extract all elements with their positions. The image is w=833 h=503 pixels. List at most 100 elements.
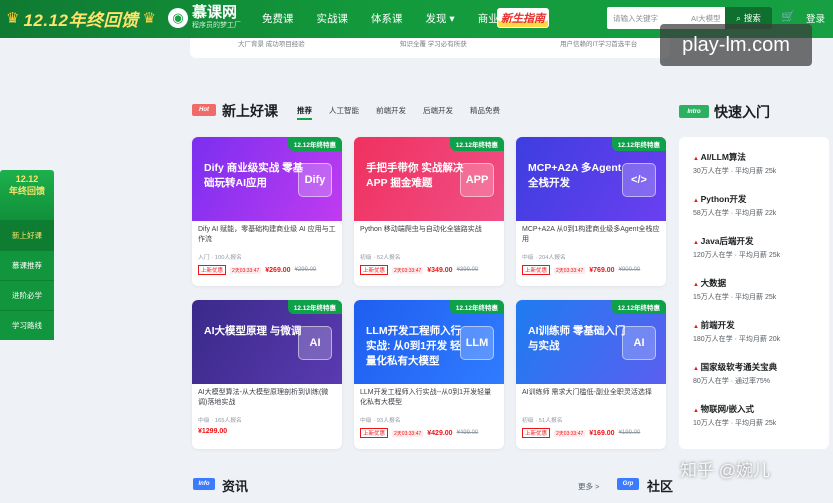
course-cover: 12.12年终特惠 MCP+A2A 多Agent全栈开发 </> [516, 137, 666, 221]
current-price: ¥169.00 [589, 429, 615, 437]
promo-tag: 12.12年终特惠 [287, 137, 342, 151]
quick-intro-name: Java后端开发 [693, 235, 780, 247]
cover-headline: LLM开发工程师入行 实战: 从0到1开发 轻量化私有大模型 [366, 325, 462, 367]
course-title: AI训练师 需求大门槛低-副业全职灵活选择 [522, 389, 652, 396]
quick-intro-item[interactable]: Python开发 58万人在学 · 平均月薪 22k [693, 193, 776, 218]
course-title: AI大模型算法-从大模型原理剖析到训练(微调)落地实战 [198, 389, 329, 406]
course-title: MCP+A2A 从0到1构建商业级多Agent全栈应用 [522, 226, 660, 243]
current-price: ¥349.00 [427, 266, 453, 274]
crown-icon: ♛ [142, 10, 156, 27]
course-cover: 12.12年终特惠 Dify 商业级实战 零基础玩转AI应用 Dify [192, 137, 342, 221]
quick-intro-stat: 30万人在学 · 平均月薪 25k [693, 168, 777, 175]
intro-badge: Intro [679, 105, 709, 118]
site-watermark: play-lm.com [660, 24, 812, 66]
left-promo-year: 12.12 [15, 174, 39, 184]
section-title-community: 社区 [647, 479, 674, 494]
logo-slogan: 程序员的梦工厂 [192, 22, 241, 29]
course-tabs: 推荐 人工智能 前端开发 后端开发 精品免费 [297, 105, 500, 120]
course-card[interactable]: 12.12年终特惠 AI大模型原理 与微调 AI AI大模型算法-从大模型原理剖析到训… [192, 300, 342, 449]
site-logo[interactable]: ◉ 慕课网 程序员的梦工厂 [168, 5, 241, 30]
main-nav: 免费课 实战课 体系课 发现 ▾ 商业合作 ▾ [262, 11, 528, 26]
tab-free[interactable]: 精品免费 [470, 105, 500, 120]
nav-practical-courses[interactable]: 实战课 [317, 11, 349, 26]
cart-icon[interactable]: 🛒 [781, 10, 795, 23]
quick-intro-name: 物联网/嵌入式 [693, 403, 776, 415]
zhihu-watermark: 知乎 @婉儿 [680, 461, 770, 480]
quick-intro-name: 国家级软考通关宝典 [693, 361, 778, 373]
hot-badge: Hot [192, 104, 216, 116]
course-title: Python 移动端爬虫与自动化全链路实战 [360, 226, 482, 233]
quick-intro-item[interactable]: 物联网/嵌入式 10万人在学 · 平均月薪 25k [693, 403, 776, 428]
search-input[interactable]: 请输入关键字 [607, 13, 691, 24]
more-link[interactable]: 更多 > [578, 481, 599, 492]
login-link[interactable]: 登录 [806, 11, 825, 25]
tab-recommend[interactable]: 推荐 [297, 105, 312, 120]
cover-art-icon: </> [622, 163, 656, 197]
crown-icon: ♛ [6, 10, 20, 27]
countdown-timer: 2天03:33:47 [230, 266, 262, 274]
logo-name: 慕课网 [192, 4, 238, 21]
left-promo-panel: 12.12 年终回馈 新上好课 慕课推荐 进阶必学 学习路线 [0, 170, 54, 346]
quick-intro-item[interactable]: 前端开发 180万人在学 · 平均月薪 20k [693, 319, 780, 344]
promo-tag: 12.12年终特惠 [611, 300, 666, 314]
left-promo-item[interactable]: 慕课推荐 [0, 250, 54, 280]
course-card[interactable]: 12.12年终特惠 MCP+A2A 多Agent全栈开发 </> MCP+A2A 从0… [516, 137, 666, 286]
course-card[interactable]: 12.12年终特惠 AI训练师 零基础入门与实战 AI AI训练师 需求大门槛低-副业… [516, 300, 666, 449]
course-cover: 12.12年终特惠 LLM开发工程师入行 实战: 从0到1开发 轻量化私有大模型 L… [354, 300, 504, 384]
nav-free-courses[interactable]: 免费课 [262, 11, 294, 26]
countdown-timer: 2天03:33:47 [554, 429, 586, 437]
countdown-timer: 2天03:33:47 [554, 266, 586, 274]
logo-icon: ◉ [168, 7, 188, 28]
section-title-quick-intro: 快速入门 [714, 104, 770, 120]
quick-intro-name: Python开发 [693, 193, 776, 205]
nav-system-courses[interactable]: 体系课 [371, 11, 403, 26]
newbie-guide-button[interactable]: 新生指南 [497, 8, 549, 28]
quick-intro-name: AI/LLM算法 [693, 151, 776, 163]
price-row: 上新优惠 2天03:33:47 ¥429.00 ¥499.00 [360, 428, 478, 438]
cover-art-icon: APP [460, 163, 494, 197]
cover-headline: MCP+A2A 多Agent全栈开发 [528, 162, 622, 189]
cover-headline: AI大模型原理 与微调 [204, 325, 302, 337]
new-discount-badge: 上新优惠 [360, 428, 389, 438]
countdown-timer: 2天03:33:47 [392, 429, 424, 437]
promo-banner[interactable]: ♛ 12.12年终回馈 ♛ [6, 6, 156, 30]
quick-intro-item[interactable]: 国家级软考通关宝典 80万人在学 · 通过率75% [693, 361, 777, 386]
course-meta: 中级 · 165人报名 [198, 418, 242, 424]
quick-intro-stat: 10万人在学 · 平均月薪 25k [693, 420, 777, 427]
course-cover: 12.12年终特惠 手把手带你 实战解决 APP 掘金难题 APP [354, 137, 504, 221]
tab-backend[interactable]: 后端开发 [423, 105, 453, 120]
quick-intro-item[interactable]: AI/LLM算法 30万人在学 · 平均月薪 25k [693, 151, 776, 176]
cover-headline: AI训练师 零基础入门与实战 [528, 325, 626, 352]
cover-headline: Dify 商业级实战 零基础玩转AI应用 [204, 162, 304, 189]
left-promo-item[interactable]: 学习路线 [0, 310, 54, 340]
strip-text: 用户信赖的IT学习首选平台 [560, 41, 638, 48]
course-meta: 入门 · 100人报名 [198, 255, 242, 261]
course-cover: 12.12年终特惠 AI训练师 零基础入门与实战 AI [516, 300, 666, 384]
cover-art-icon: LLM [460, 326, 494, 360]
current-price: ¥429.00 [427, 429, 453, 437]
course-meta: 初级 · 52人报名 [360, 255, 401, 261]
original-price: ¥399.00 [456, 267, 479, 273]
course-card[interactable]: 12.12年终特惠 LLM开发工程师入行 实战: 从0到1开发 轻量化私有大模型 L… [354, 300, 504, 449]
cover-art-icon: AI [298, 326, 332, 360]
left-promo-item[interactable]: 进阶必学 [0, 280, 54, 310]
promo-tag: 12.12年终特惠 [287, 300, 342, 314]
course-card[interactable]: 12.12年终特惠 手把手带你 实战解决 APP 掘金难题 APP Python 移动… [354, 137, 504, 286]
course-meta: 中级 · 204人报名 [522, 255, 566, 261]
new-discount-badge: 上新优惠 [522, 265, 551, 275]
promo-text: 12.12年终回馈 [23, 10, 139, 30]
strip-text: 知识全覆 学习必有所获 [400, 41, 467, 48]
course-card[interactable]: 12.12年终特惠 Dify 商业级实战 零基础玩转AI应用 Dify Dify AI… [192, 137, 342, 286]
course-title: Dify AI 赋能，零基础构建商业级 AI 应用与工作流 [198, 226, 336, 243]
nav-discover[interactable]: 发现 ▾ [426, 11, 455, 26]
quick-intro-name: 前端开发 [693, 319, 780, 331]
tab-frontend[interactable]: 前端开发 [376, 105, 406, 120]
price-row: ¥1299.00 [198, 428, 227, 435]
left-promo-head[interactable]: 12.12 年终回馈 [0, 170, 54, 220]
tab-ai[interactable]: 人工智能 [329, 105, 359, 120]
course-meta: 中级 · 93人报名 [360, 418, 401, 424]
quick-intro-item[interactable]: 大数据 15万人在学 · 平均月薪 25k [693, 277, 776, 302]
left-promo-item[interactable]: 新上好课 [0, 220, 54, 250]
search-hint: AI大模型 [691, 13, 721, 23]
quick-intro-item[interactable]: Java后端开发 120万人在学 · 平均月薪 25k [693, 235, 780, 260]
